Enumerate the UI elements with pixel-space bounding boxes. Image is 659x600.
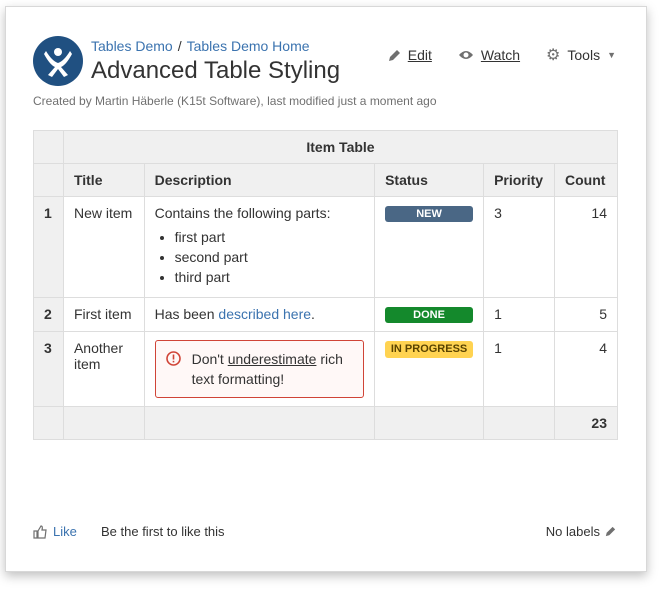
warning-icon (165, 351, 181, 366)
space-logo-icon[interactable] (33, 36, 83, 86)
breadcrumb-separator: / (177, 38, 182, 54)
status-badge: DONE (385, 307, 474, 323)
header-count: Count (554, 163, 618, 197)
item-count: 5 (554, 297, 618, 332)
item-priority: 1 (483, 297, 556, 332)
empty-cell (62, 406, 145, 440)
pencil-icon (605, 526, 616, 537)
page-title: Advanced Table Styling (91, 57, 341, 84)
header-title: Title (62, 163, 145, 197)
header-priority: Priority (483, 163, 556, 197)
table-row: 2 First item Has been described here. DO… (33, 297, 618, 332)
item-status: DONE (374, 297, 485, 332)
row-number: 1 (33, 196, 64, 298)
item-status: NEW (374, 196, 485, 298)
corner-cell (33, 130, 64, 164)
header-description: Description (143, 163, 376, 197)
watch-label: Watch (480, 47, 521, 63)
totals-row: 23 (33, 406, 618, 440)
warning-macro: Don't underestimate rich text formatting… (154, 340, 365, 398)
empty-cell (483, 406, 556, 440)
table-row: 3 Another item Don't underestimate rich … (33, 331, 618, 407)
edit-button[interactable]: Edit (388, 45, 432, 65)
watch-button[interactable]: Watch (458, 45, 520, 65)
item-description: Has been described here. (143, 297, 376, 332)
pencil-icon (388, 49, 400, 61)
breadcrumb: Tables Demo / Tables Demo Home (91, 38, 310, 54)
description-text: . (311, 306, 315, 322)
description-text: Contains the following parts: (154, 205, 331, 221)
header-status: Status (374, 163, 485, 197)
empty-cell (33, 406, 64, 440)
empty-cell (143, 406, 376, 440)
total-count: 23 (554, 406, 618, 440)
item-count: 4 (554, 331, 618, 407)
item-title: First item (62, 297, 145, 332)
empty-cell (374, 406, 485, 440)
corner-cell (33, 163, 64, 197)
description-text: Has been (154, 306, 219, 322)
described-here-link[interactable]: described here (218, 306, 311, 322)
list-item: third part (175, 269, 364, 285)
like-label: Like (53, 524, 77, 539)
gear-icon: ⚙ (546, 47, 561, 64)
warning-underlined: underestimate (227, 351, 317, 367)
edit-label: Edit (407, 47, 432, 63)
page-metadata: Created by Martin Häberle (K15t Software… (33, 94, 437, 108)
list-item: first part (175, 229, 364, 245)
item-priority: 1 (483, 331, 556, 407)
item-description: Don't underestimate rich text formatting… (143, 331, 376, 407)
page-actions: Edit Watch ⚙ Tools ▼ (388, 45, 616, 65)
item-priority: 3 (483, 196, 556, 298)
tools-label: Tools (567, 47, 601, 63)
chevron-down-icon: ▼ (607, 50, 616, 60)
thumbs-up-icon (33, 524, 47, 539)
eye-icon (458, 51, 473, 59)
row-number: 2 (33, 297, 64, 332)
breadcrumb-tables-demo-home[interactable]: Tables Demo Home (187, 38, 310, 54)
item-title: Another item (62, 331, 145, 407)
like-button[interactable]: Like (33, 524, 77, 539)
labels-text: No labels (545, 524, 600, 539)
tools-button[interactable]: ⚙ Tools ▼ (546, 45, 616, 65)
row-number: 3 (33, 331, 64, 407)
item-description: Contains the following parts: first part… (143, 196, 376, 298)
table-row: 1 New item Contains the following parts:… (33, 196, 618, 298)
status-badge: IN PROGRESS (385, 341, 474, 358)
table-caption: Item Table (62, 130, 619, 164)
breadcrumb-tables-demo[interactable]: Tables Demo (91, 38, 173, 54)
like-summary: Be the first to like this (101, 524, 225, 539)
item-table: Item Table Title Description Status Prio… (33, 130, 619, 440)
item-title: New item (62, 196, 145, 298)
warning-text: Don't (191, 351, 228, 367)
labels-area[interactable]: No labels (546, 524, 616, 539)
list-item: second part (175, 249, 364, 265)
status-badge: NEW (385, 206, 474, 222)
page-card: Tables Demo / Tables Demo Home Advanced Ta… (5, 6, 647, 572)
item-count: 14 (554, 196, 618, 298)
item-status: IN PROGRESS (374, 331, 485, 407)
parts-list: first part second part third part (155, 229, 364, 285)
